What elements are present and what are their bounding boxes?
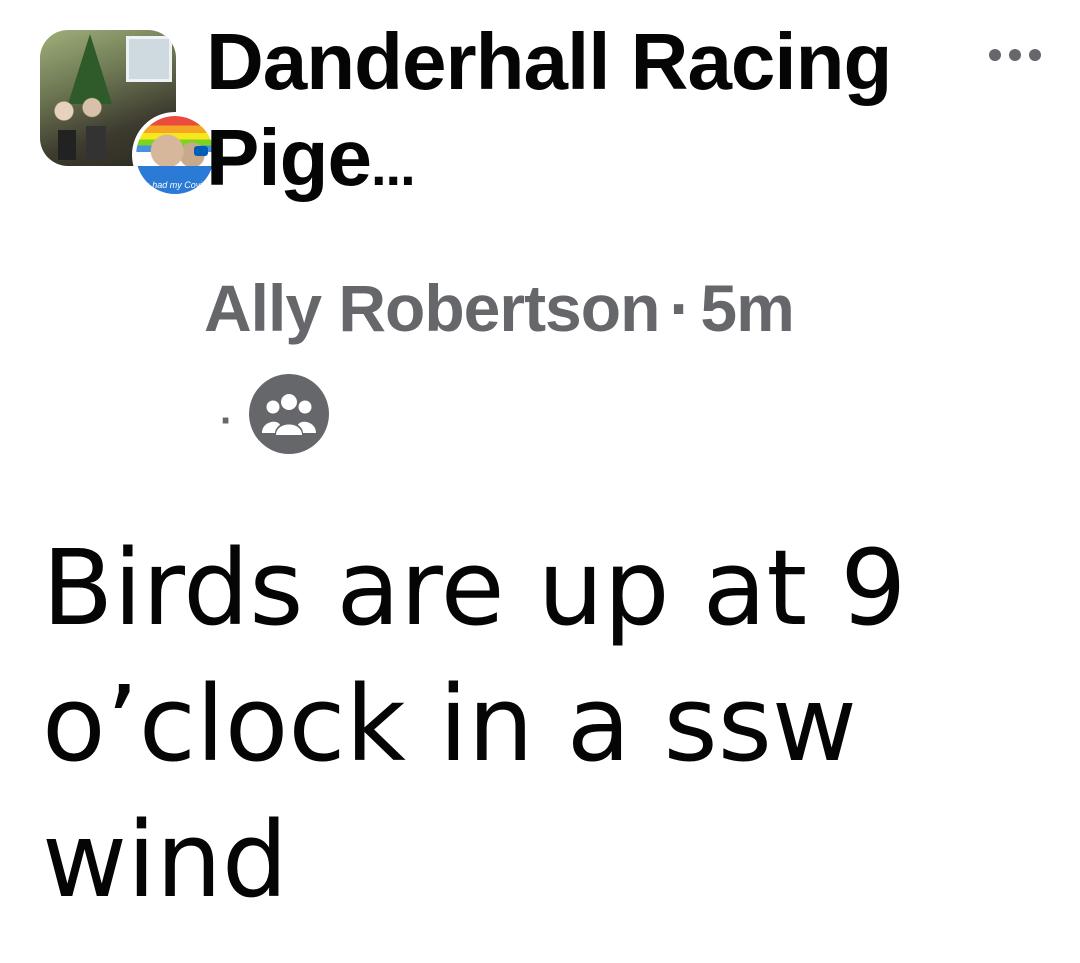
- more-options-button[interactable]: [980, 30, 1050, 80]
- group-name-ellipsis: ...: [370, 134, 416, 197]
- post-meta: Ally Robertson · 5m: [204, 268, 795, 348]
- author-name-link[interactable]: Ally Robertson: [204, 271, 660, 345]
- group-name-text: Danderhall Racing Pige: [206, 17, 892, 202]
- more-horizontal-icon: [1009, 49, 1021, 61]
- group-glyph-icon: [262, 394, 317, 435]
- privacy-separator: ·: [220, 398, 234, 443]
- group-icon[interactable]: [249, 374, 330, 454]
- group-name-link[interactable]: Danderhall Racing Pige...: [206, 14, 906, 214]
- post-body-text: Birds are up at 9 o’clock in a ssw wind: [42, 527, 907, 921]
- post-timestamp-link[interactable]: 5m: [700, 271, 794, 345]
- post-card: I've had my Covid vaccine Danderhall Rac…: [0, 0, 1080, 963]
- more-horizontal-icon: [1029, 49, 1041, 61]
- covid-frame-text: I've had my Covid vaccine: [136, 180, 215, 190]
- people-shape: [48, 90, 128, 160]
- more-horizontal-icon: [989, 49, 1001, 61]
- meta-separator: ·: [669, 271, 691, 345]
- window-shape: [126, 36, 172, 82]
- group-avatar[interactable]: I've had my Covid vaccine: [40, 30, 218, 198]
- privacy-row: ·: [220, 372, 330, 456]
